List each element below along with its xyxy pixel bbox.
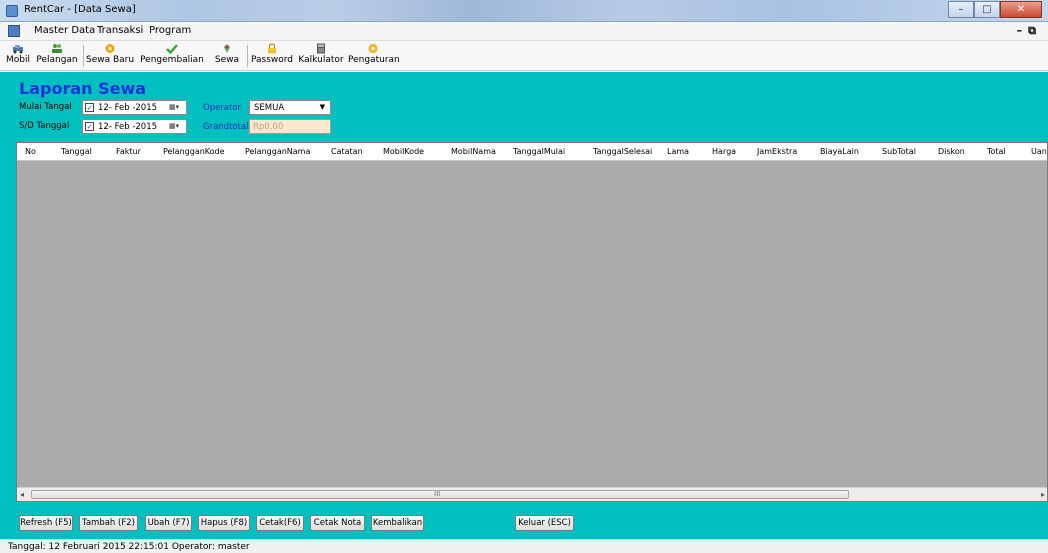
toolbar-sewa-baru-button[interactable]: Sewa Baru [86, 43, 134, 69]
operator-value: SEMUA [254, 103, 285, 113]
check-icon [166, 44, 178, 54]
column-header[interactable]: No [25, 147, 36, 156]
operator-label: Operator [203, 103, 242, 113]
calendar-dropdown-icon[interactable]: ▦▾ [169, 122, 183, 132]
hapus-button[interactable]: Hapus (F8) [198, 515, 250, 531]
toolbar-password-button[interactable]: Password [250, 43, 294, 69]
grid-header: No Tanggal Faktur PelangganKode Pelangga… [17, 143, 1047, 161]
menu-program[interactable]: Program [149, 25, 191, 36]
toolbar-pelangan-button[interactable]: Pelangan [35, 43, 79, 69]
column-header[interactable]: TanggalMulai [513, 147, 565, 156]
mdi-window-controls[interactable]: –⧉ [1017, 24, 1042, 38]
content-area: Laporan Sewa Mulai Tangal ✓ 12- Feb -201… [0, 72, 1048, 539]
column-header[interactable]: Total [987, 147, 1006, 156]
sd-tanggal-label: S/D Tanggal [19, 121, 70, 131]
menu-transaksi[interactable]: Transaksi [97, 25, 143, 36]
keluar-button[interactable]: Keluar (ESC) [515, 515, 574, 531]
new-rent-icon [105, 44, 115, 53]
status-text: Tanggal: 12 Februari 2015 22:15:01 Opera… [8, 542, 250, 552]
column-header[interactable]: TanggalSelesai [593, 147, 652, 156]
toolbar: Mobil Pelangan Sewa Baru Pengembalian Se… [0, 41, 1048, 71]
menu-master-data[interactable]: Master Data [34, 25, 95, 36]
toolbar-separator [83, 45, 84, 67]
scrollbar-thumb[interactable]: III [31, 490, 849, 499]
mdi-child-icon[interactable] [8, 25, 20, 37]
page-title: Laporan Sewa [19, 79, 147, 98]
column-header[interactable]: Diskon [938, 147, 965, 156]
refresh-button[interactable]: Refresh (F5) [19, 515, 73, 531]
column-header[interactable]: PelangganKode [163, 147, 225, 156]
toolbar-mobil-button[interactable]: Mobil [4, 43, 32, 69]
toolbar-separator [247, 45, 248, 67]
grip-icon: III [434, 490, 441, 498]
data-grid[interactable]: No Tanggal Faktur PelangganKode Pelangga… [16, 142, 1048, 502]
menu-bar: Master Data Transaksi Program –⧉ [0, 22, 1048, 41]
car-icon [13, 45, 23, 54]
sd-checkbox[interactable]: ✓ [85, 122, 94, 131]
maximize-icon[interactable]: □ [974, 1, 1000, 18]
calculator-icon [317, 43, 325, 54]
window-title: RentCar - [Data Sewa] [24, 4, 136, 15]
minimize-icon[interactable]: – [948, 1, 974, 18]
column-header[interactable]: JamEkstra [757, 147, 797, 156]
status-bar: Tanggal: 12 Februari 2015 22:15:01 Opera… [0, 539, 1048, 553]
sd-date-value: 12- Feb -2015 [98, 122, 158, 132]
column-header[interactable]: Catatan [331, 147, 363, 156]
window-controls: – □ ✕ [948, 1, 1042, 18]
toolbar-pengaturan-button[interactable]: Pengaturan [348, 43, 400, 69]
toolbar-kalkulator-button[interactable]: Kalkulator [297, 43, 345, 69]
mulai-tanggal-label: Mulai Tangal [19, 102, 72, 112]
column-header[interactable]: PelangganNama [245, 147, 310, 156]
sd-tanggal-picker[interactable]: ✓ 12- Feb -2015 ▦▾ [82, 119, 187, 134]
close-icon[interactable]: ✕ [1000, 1, 1042, 18]
column-header[interactable]: MobilKode [383, 147, 424, 156]
tambah-button[interactable]: Tambah (F2) [79, 515, 138, 531]
column-header[interactable]: BiayaLain [820, 147, 859, 156]
lock-icon [268, 43, 276, 54]
column-header[interactable]: Uan [1031, 147, 1047, 156]
chevron-down-icon[interactable]: ▼ [320, 103, 325, 111]
mulai-tanggal-picker[interactable]: ✓ 12- Feb -2015 ▦▾ [82, 100, 187, 115]
mulai-date-value: 12- Feb -2015 [98, 103, 158, 113]
horizontal-scrollbar[interactable]: ◂ III ▸ [17, 487, 1047, 501]
toolbar-sewa-button[interactable]: Sewa [211, 43, 243, 69]
column-header[interactable]: MobilNama [451, 147, 496, 156]
cetak-button[interactable]: Cetak(F6) [256, 515, 304, 531]
mulai-checkbox[interactable]: ✓ [85, 103, 94, 112]
column-header[interactable]: Harga [712, 147, 736, 156]
app-icon [6, 5, 18, 17]
kembalikan-button[interactable]: Kembalikan [371, 515, 424, 531]
calendar-dropdown-icon[interactable]: ▦▾ [169, 103, 183, 113]
scroll-left-icon[interactable]: ◂ [20, 490, 24, 499]
toolbar-pengembalian-button[interactable]: Pengembalian [137, 43, 207, 69]
cetak-nota-button[interactable]: Cetak Nota [310, 515, 365, 531]
grandtotal-field: Rp0,00 [249, 119, 331, 134]
gear-icon [368, 43, 378, 54]
users-icon [52, 44, 62, 53]
rent-icon [224, 44, 230, 53]
column-header[interactable]: Lama [667, 147, 689, 156]
title-bar: RentCar - [Data Sewa] – □ ✕ [0, 0, 1048, 22]
grandtotal-label: Grandtotal [203, 122, 249, 132]
column-header[interactable]: Tanggal [61, 147, 92, 156]
column-header[interactable]: SubTotal [882, 147, 916, 156]
operator-select[interactable]: SEMUA ▼ [249, 100, 331, 115]
scroll-right-icon[interactable]: ▸ [1041, 490, 1045, 499]
restore-icon[interactable]: ⧉ [1028, 24, 1042, 37]
column-header[interactable]: Faktur [116, 147, 141, 156]
ubah-button[interactable]: Ubah (F7) [145, 515, 192, 531]
